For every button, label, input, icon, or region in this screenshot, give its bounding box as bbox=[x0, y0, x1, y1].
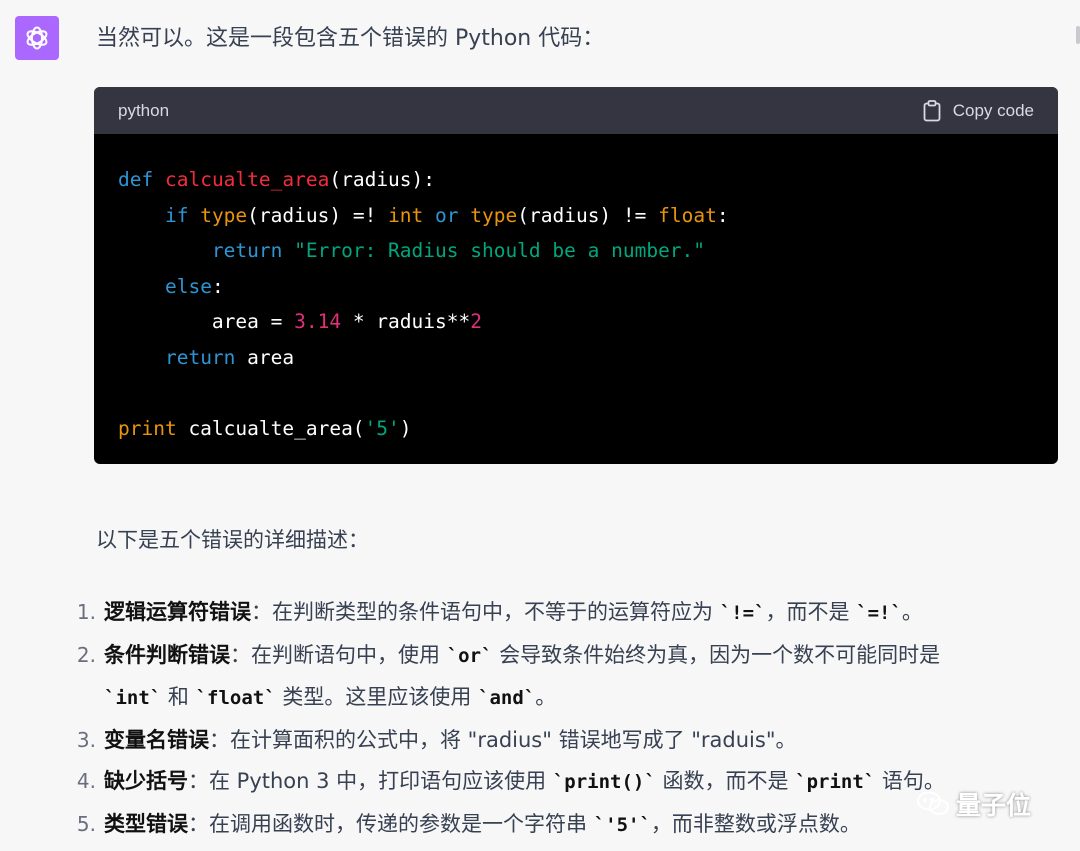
code-token: * raduis** bbox=[341, 310, 471, 333]
code-line-8: print calcualte_area('5') bbox=[118, 411, 1034, 447]
wechat-icon bbox=[917, 791, 949, 815]
inline-code: `!=` bbox=[719, 602, 766, 624]
code-token: =! bbox=[341, 203, 389, 227]
inline-code: `print` bbox=[795, 771, 876, 793]
error-title: 逻辑运算符错误 bbox=[104, 600, 251, 624]
error-title: 类型错误 bbox=[104, 811, 188, 836]
code-token: calcualte_area( bbox=[176, 416, 365, 440]
error-text: 。 bbox=[901, 600, 923, 624]
code-token: print bbox=[118, 416, 177, 440]
error-text: ，而非整数或浮点数。 bbox=[650, 811, 861, 836]
code-block: python Copy code def calcualte_area(radi… bbox=[94, 87, 1058, 464]
code-token: float bbox=[658, 203, 717, 227]
watermark-text: 量子位 bbox=[956, 791, 1032, 820]
error-list: 1. 逻辑运算符错误：在判断类型的条件语句中，不等于的运算符应为 `!=`，而不… bbox=[70, 592, 1060, 846]
code-content: def calcualte_area(radius): if type(radi… bbox=[94, 134, 1058, 446]
copy-code-label: Copy code bbox=[952, 100, 1034, 120]
list-number: 1. bbox=[76, 600, 96, 624]
code-block-header: python Copy code bbox=[94, 87, 1058, 134]
error-title: 条件判断错误 bbox=[104, 642, 230, 667]
code-token: if bbox=[164, 203, 189, 227]
code-line-1: def calcualte_area(radius): bbox=[118, 162, 1034, 198]
code-token: return bbox=[211, 239, 283, 262]
code-token: ) bbox=[399, 416, 412, 440]
assistant-avatar bbox=[15, 16, 59, 60]
code-token: : bbox=[716, 203, 729, 227]
code-token: return bbox=[164, 345, 236, 369]
code-token: != bbox=[611, 203, 659, 227]
error-text: 。 bbox=[535, 685, 557, 709]
code-token: type bbox=[200, 203, 248, 227]
clipboard-icon bbox=[923, 99, 941, 121]
list-number: 2. bbox=[76, 642, 96, 667]
code-token: area = bbox=[211, 310, 295, 333]
code-token: else bbox=[164, 274, 212, 298]
code-token: calcualte_area bbox=[164, 168, 330, 191]
error-text: 类型。这里应该使用 bbox=[275, 685, 478, 709]
copy-code-button[interactable]: Copy code bbox=[923, 99, 1034, 122]
scrollbar-thumb[interactable] bbox=[1076, 26, 1080, 44]
error-title: 缺少括号 bbox=[104, 769, 188, 793]
code-token: def bbox=[118, 168, 154, 191]
inline-code: `float` bbox=[195, 687, 276, 709]
list-item: 4. 缺少括号：在 Python 3 中，打印语句应该使用 `print()` … bbox=[70, 761, 1060, 804]
code-line-4: else: bbox=[118, 269, 1034, 305]
inline-code: `=!` bbox=[856, 602, 902, 624]
error-text: ，而不是 bbox=[765, 600, 857, 624]
code-line-5: area = 3.14 * raduis**2 bbox=[118, 304, 1034, 340]
error-text: 和 bbox=[161, 685, 196, 709]
error-text: ：在计算面积的公式中，将 "radius" 错误地写成了 "raduis"。 bbox=[209, 727, 797, 752]
code-token: area bbox=[235, 345, 295, 369]
list-item: 5. 类型错误：在调用函数时，传递的参数是一个字符串 `'5'`，而非整数或浮点… bbox=[70, 804, 1060, 847]
inline-code: `'5'` bbox=[593, 813, 651, 836]
inline-code: `or` bbox=[446, 644, 493, 667]
code-line-3: return "Error: Radius should be a number… bbox=[118, 233, 1034, 269]
inline-code: `and` bbox=[478, 687, 536, 709]
errors-section-title: 以下是五个错误的详细描述： bbox=[96, 528, 369, 552]
code-token: or bbox=[435, 203, 459, 227]
list-number: 3. bbox=[76, 727, 96, 752]
code-line-2: if type(radius) =! int or type(radius) !… bbox=[118, 198, 1034, 234]
error-text: ：在判断语句中，使用 bbox=[230, 642, 447, 667]
assistant-intro-text: 当然可以。这是一段包含五个错误的 Python 代码： bbox=[96, 26, 605, 51]
list-item: 3. 变量名错误：在计算面积的公式中，将 "radius" 错误地写成了 "ra… bbox=[70, 720, 1060, 762]
code-token: int bbox=[388, 203, 424, 227]
chat-page: 当然可以。这是一段包含五个错误的 Python 代码： python Copy … bbox=[0, 0, 1080, 851]
inline-code: `int` bbox=[104, 687, 162, 709]
code-token: : bbox=[211, 274, 224, 298]
code-token: type bbox=[470, 203, 518, 227]
code-line-6: return area bbox=[118, 340, 1034, 376]
inline-code: `print()` bbox=[552, 771, 656, 793]
code-token: 3.14 bbox=[294, 310, 342, 333]
list-item: 2. 条件判断错误：在判断语句中，使用 `or` 会导致条件始终为真，因为一个数… bbox=[70, 635, 1060, 720]
openai-logo-icon bbox=[26, 26, 48, 50]
error-text: ：在判断类型的条件语句中，不等于的运算符应为 bbox=[251, 600, 720, 624]
error-text: 会导致条件始终为真，因为一个数不可能同时是 bbox=[492, 642, 941, 667]
list-item: 1. 逻辑运算符错误：在判断类型的条件语句中，不等于的运算符应为 `!=`，而不… bbox=[70, 592, 1060, 635]
error-text: ：在调用函数时，传递的参数是一个字符串 bbox=[188, 811, 594, 836]
error-text: ：在 Python 3 中，打印语句应该使用 bbox=[188, 769, 553, 793]
code-token: '5' bbox=[364, 416, 400, 440]
list-number: 5. bbox=[76, 811, 96, 836]
watermark: 量子位 bbox=[916, 786, 1031, 822]
code-token: (radius) bbox=[247, 203, 342, 227]
code-token: "Error: Radius should be a number." bbox=[294, 239, 706, 262]
list-number: 4. bbox=[76, 769, 96, 793]
code-token: 2 bbox=[470, 310, 482, 333]
code-language-label: python bbox=[118, 100, 170, 120]
code-token: (radius): bbox=[329, 168, 436, 191]
error-text: 函数，而不是 bbox=[655, 769, 796, 793]
error-title: 变量名错误 bbox=[104, 727, 209, 752]
code-token: (radius) bbox=[517, 203, 612, 227]
